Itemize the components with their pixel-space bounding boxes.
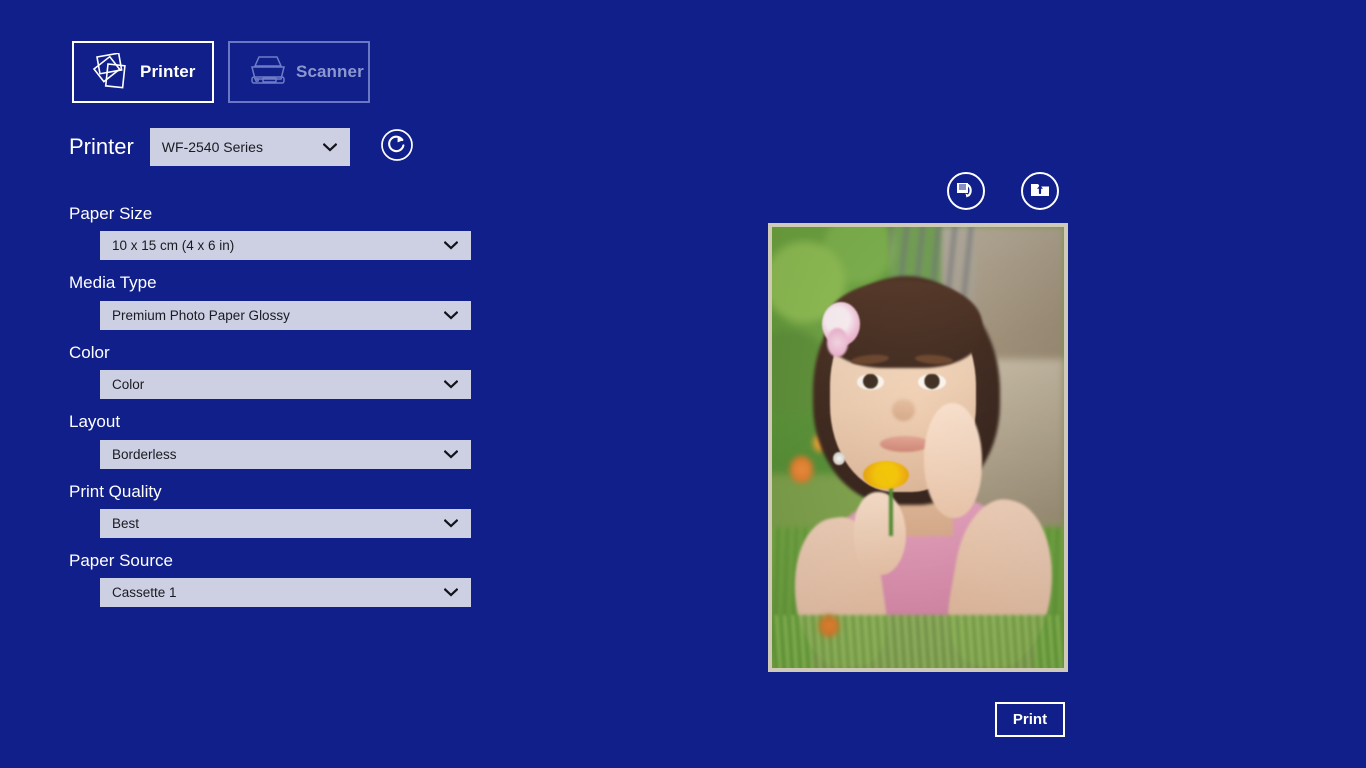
setting-print-quality-label: Print Quality [69, 481, 162, 501]
layout-select[interactable]: Borderless [100, 439, 471, 469]
paper-source-select[interactable]: Cassette 1 [100, 578, 471, 608]
chevron-down-icon [443, 238, 459, 254]
device-tabstrip: Printer Scanner [72, 41, 370, 103]
photo-girl-earring [833, 451, 845, 466]
chevron-down-icon [443, 307, 459, 323]
media-type-select[interactable]: Premium Photo Paper Glossy [100, 300, 471, 330]
photo-orange-flower [789, 456, 813, 483]
printer-select-value: WF-2540 Series [161, 139, 263, 155]
photo-girl-hand-left [853, 491, 907, 576]
color-select[interactable]: Color [100, 370, 471, 400]
photo-preview-frame[interactable] [768, 223, 1068, 672]
printer-select[interactable]: WF-2540 Series [149, 128, 350, 166]
tab-printer-label: Printer [140, 62, 196, 81]
paper-size-select[interactable]: 10 x 15 cm (4 x 6 in) [100, 231, 471, 261]
setting-paper-source-label: Paper Source [69, 550, 173, 570]
setting-paper-size-label: Paper Size [69, 204, 153, 223]
media-type-value: Premium Photo Paper Glossy [112, 307, 290, 323]
chevron-down-icon [443, 446, 459, 462]
print-quality-value: Best [112, 515, 140, 531]
chevron-down-icon [322, 139, 338, 155]
setting-layout: Layout Borderless [69, 412, 471, 469]
open-folder-upload-icon [1029, 178, 1051, 205]
setting-color: Color Color [69, 342, 471, 400]
refresh-printer-button[interactable] [378, 128, 416, 166]
printer-row-label: Printer [69, 134, 134, 159]
print-button-label: Print [1012, 711, 1048, 728]
setting-media-type: Media Type Premium Photo Paper Glossy [69, 273, 471, 330]
photo-grass-foreground [772, 615, 1064, 668]
print-settings-panel: Paper Size 10 x 15 cm (4 x 6 in) Media T… [69, 204, 471, 620]
chevron-down-icon [443, 377, 459, 393]
printer-selection-row: Printer WF-2540 Series [69, 128, 416, 166]
tab-printer[interactable]: Printer [72, 41, 214, 103]
rotate-button[interactable] [947, 172, 985, 210]
setting-paper-size: Paper Size 10 x 15 cm (4 x 6 in) [69, 204, 471, 261]
photo-flower-stem [888, 482, 893, 536]
rotate-image-icon [955, 178, 977, 205]
photo-orange-flower [818, 615, 840, 638]
setting-color-label: Color [69, 342, 110, 362]
photo-preview-image [772, 227, 1064, 668]
preview-toolbar [947, 172, 1059, 210]
tab-scanner-label: Scanner [296, 62, 364, 81]
open-image-button[interactable] [1021, 172, 1059, 210]
paper-size-value: 10 x 15 cm (4 x 6 in) [112, 238, 235, 254]
refresh-circle-icon [379, 127, 415, 168]
setting-print-quality: Print Quality Best [69, 482, 471, 538]
photo-girl-hand-right [923, 403, 983, 519]
setting-paper-source: Paper Source Cassette 1 [69, 550, 471, 608]
photo-girl-eye [856, 373, 885, 390]
layout-value: Borderless [112, 446, 177, 462]
tab-scanner[interactable]: Scanner [228, 41, 370, 103]
chevron-down-icon [443, 585, 459, 601]
photo-girl-eye [918, 373, 946, 390]
chevron-down-icon [443, 515, 459, 531]
photo-girl-nose [891, 398, 916, 422]
paper-source-value: Cassette 1 [112, 585, 177, 601]
printer-pages-icon [88, 52, 134, 92]
print-quality-select[interactable]: Best [100, 508, 471, 538]
print-button[interactable]: Print [995, 702, 1065, 737]
scanner-flatbed-icon [244, 52, 290, 92]
color-value: Color [112, 377, 145, 393]
setting-layout-label: Layout [69, 412, 121, 432]
setting-media-type-label: Media Type [69, 273, 157, 293]
photo-girl-hairbow [827, 328, 848, 358]
